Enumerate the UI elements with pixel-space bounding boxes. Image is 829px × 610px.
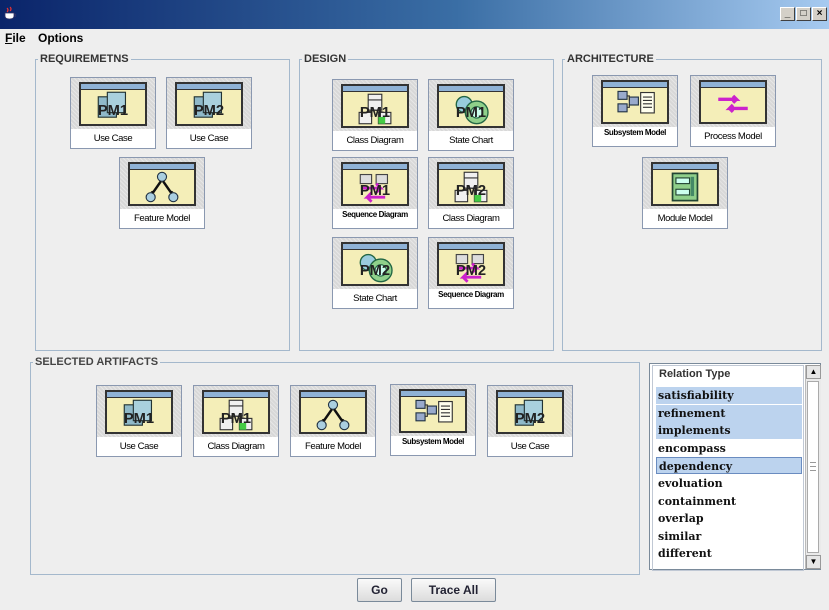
design-artifact-class-diagram[interactable]: PM2 Class Diagram bbox=[428, 157, 514, 229]
minimize-button[interactable]: _ bbox=[780, 7, 795, 21]
selected-artifact-use-case[interactable]: PM2 Use Case bbox=[487, 385, 573, 457]
class-diagram-icon: PM2 bbox=[429, 165, 513, 208]
go-button[interactable]: Go bbox=[357, 578, 402, 602]
design-artifact-state-chart[interactable]: PM1 State Chart bbox=[428, 79, 514, 151]
relation-item-overlap[interactable]: overlap bbox=[656, 510, 802, 527]
artifact-label: Subsystem Model bbox=[391, 436, 475, 455]
state-chart-icon: PM2 bbox=[333, 245, 417, 288]
artifact-label: Sequence Diagram bbox=[333, 209, 417, 228]
architecture-artifact-module-model[interactable]: Module Model bbox=[642, 157, 728, 229]
menu-file[interactable]: File bbox=[5, 31, 26, 45]
module-model-icon bbox=[643, 165, 727, 208]
sequence-diagram-icon: PM1 bbox=[333, 165, 417, 208]
selected-artifact-use-case[interactable]: PM1 Use Case bbox=[96, 385, 182, 457]
artifact-label: Process Model bbox=[691, 127, 775, 146]
artifact-label: Class Diagram bbox=[194, 437, 278, 456]
scroll-up-arrow-icon[interactable]: ▲ bbox=[806, 365, 821, 379]
relation-list-scrollbar[interactable]: ▲ ▼ bbox=[805, 365, 821, 569]
relation-item-different[interactable]: different bbox=[656, 545, 802, 562]
artifact-label: Use Case bbox=[97, 437, 181, 456]
artifact-pm-label: PM2 bbox=[360, 262, 390, 278]
artifact-label: State Chart bbox=[429, 131, 513, 150]
relation-item-dependency[interactable]: dependency bbox=[656, 457, 802, 475]
artifact-label: Class Diagram bbox=[333, 131, 417, 150]
relation-item-similar[interactable]: similar bbox=[656, 528, 802, 545]
relation-type-title: Relation Type bbox=[657, 368, 733, 380]
artifact-pm-label: PM2 bbox=[456, 182, 486, 198]
architecture-artifact-process-model[interactable]: Process Model bbox=[690, 75, 776, 147]
artifact-label: Subsystem Model bbox=[593, 127, 677, 146]
sequence-diagram-icon: PM2 bbox=[429, 245, 513, 288]
relation-item-satisfiability[interactable]: satisfiability bbox=[656, 387, 802, 404]
artifact-pm-label: PM1 bbox=[221, 410, 251, 426]
artifact-pm-label: PM1 bbox=[360, 182, 390, 198]
relation-item-implements[interactable]: implements bbox=[656, 422, 802, 440]
scroll-down-arrow-icon[interactable]: ▼ bbox=[806, 555, 821, 569]
class-diagram-icon: PM1 bbox=[333, 87, 417, 130]
maximize-button[interactable]: □ bbox=[796, 7, 811, 21]
artifact-pm-label: PM2 bbox=[194, 102, 224, 118]
design-artifact-state-chart[interactable]: PM2 State Chart bbox=[332, 237, 418, 309]
requirements-title: REQUIREMETNS bbox=[40, 53, 129, 65]
artifact-label: Class Diagram bbox=[429, 209, 513, 228]
class-diagram-icon: PM1 bbox=[194, 393, 278, 436]
artifact-label: Feature Model bbox=[120, 209, 204, 228]
artifact-label: Use Case bbox=[167, 129, 251, 148]
artifact-label: Use Case bbox=[488, 437, 572, 456]
selected-artifacts-title: SELECTED ARTIFACTS bbox=[35, 356, 159, 368]
use-case-icon: PM2 bbox=[167, 85, 251, 128]
selected-artifact-class-diagram[interactable]: PM1 Class Diagram bbox=[193, 385, 279, 457]
trace-all-button[interactable]: Trace All bbox=[411, 578, 496, 602]
architecture-title: ARCHITECTURE bbox=[567, 53, 654, 65]
relation-item-evoluation[interactable]: evoluation bbox=[656, 475, 802, 492]
close-button[interactable]: × bbox=[812, 7, 827, 21]
artifact-pm-label: PM2 bbox=[515, 410, 545, 426]
subsystem-model-icon bbox=[391, 392, 475, 435]
selected-artifact-subsystem-model[interactable]: Subsystem Model bbox=[390, 384, 476, 456]
menu-bar: File Options bbox=[0, 29, 829, 47]
artifact-label: Module Model bbox=[643, 209, 727, 228]
artifact-label: Feature Model bbox=[291, 437, 375, 456]
feature-model-icon bbox=[291, 393, 375, 436]
selected-artifact-feature-model[interactable]: Feature Model bbox=[290, 385, 376, 457]
use-case-icon: PM2 bbox=[488, 393, 572, 436]
artifact-pm-label: PM1 bbox=[124, 410, 154, 426]
relation-item-containment[interactable]: containment bbox=[656, 493, 802, 510]
artifact-pm-label: PM1 bbox=[98, 102, 128, 118]
relation-item-refinement[interactable]: refinement bbox=[656, 404, 802, 422]
artifact-pm-label: PM2 bbox=[456, 262, 486, 278]
design-artifact-sequence-diagram[interactable]: PM2 Sequence Diagram bbox=[428, 237, 514, 309]
architecture-artifact-subsystem-model[interactable]: Subsystem Model bbox=[592, 75, 678, 147]
artifact-pm-label: PM1 bbox=[360, 104, 390, 120]
design-artifact-sequence-diagram[interactable]: PM1 Sequence Diagram bbox=[332, 157, 418, 229]
scroll-thumb[interactable] bbox=[807, 381, 819, 553]
artifact-label: Use Case bbox=[71, 129, 155, 148]
menu-options[interactable]: Options bbox=[38, 31, 83, 45]
feature-model-icon bbox=[120, 165, 204, 208]
artifact-label: Sequence Diagram bbox=[429, 289, 513, 308]
relation-item-encompass[interactable]: encompass bbox=[656, 440, 802, 457]
title-bar: _ □ × bbox=[0, 0, 829, 29]
requirements-artifact-use-case[interactable]: PM1 Use Case bbox=[70, 77, 156, 149]
artifact-label: State Chart bbox=[333, 289, 417, 308]
artifact-pm-label: PM1 bbox=[456, 104, 486, 120]
use-case-icon: PM1 bbox=[97, 393, 181, 436]
design-artifact-class-diagram[interactable]: PM1 Class Diagram bbox=[332, 79, 418, 151]
subsystem-model-icon bbox=[593, 83, 677, 126]
use-case-icon: PM1 bbox=[71, 85, 155, 128]
design-title: DESIGN bbox=[304, 53, 347, 65]
requirements-artifact-use-case[interactable]: PM2 Use Case bbox=[166, 77, 252, 149]
requirements-artifact-feature-model[interactable]: Feature Model bbox=[119, 157, 205, 229]
java-cup-icon bbox=[4, 6, 17, 20]
process-model-icon bbox=[691, 83, 775, 126]
state-chart-icon: PM1 bbox=[429, 87, 513, 130]
